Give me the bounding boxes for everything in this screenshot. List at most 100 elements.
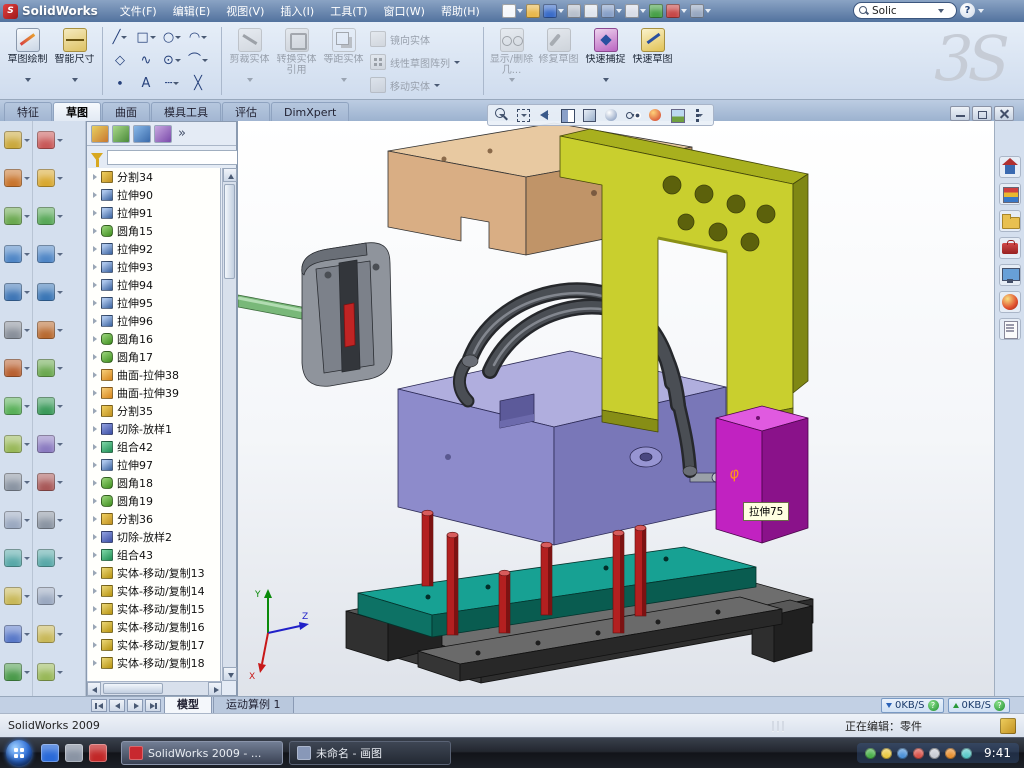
help-bubble-icon[interactable]	[928, 700, 939, 711]
rectangle-tool[interactable]: □	[133, 26, 159, 49]
tree-item[interactable]: 圆角15	[88, 222, 220, 240]
propertymanager-tab-icon[interactable]	[112, 125, 130, 143]
menu-file[interactable]: 文件(F)	[112, 0, 165, 22]
dropdown-arrow-icon[interactable]	[705, 9, 711, 13]
tray-download-icon[interactable]	[881, 748, 892, 759]
expand-arrow-icon[interactable]	[93, 498, 97, 504]
dropdown-arrow-icon[interactable]	[681, 9, 687, 13]
fillet-icon[interactable]	[0, 387, 32, 425]
restore-button[interactable]	[972, 106, 992, 121]
quick-launch-browser-icon[interactable]	[41, 744, 59, 762]
scroll-thumb[interactable]	[103, 683, 163, 694]
flyout-arrow-icon[interactable]	[24, 633, 30, 636]
new-document-icon[interactable]	[502, 4, 523, 18]
sketch-fillet-tool[interactable]: ⌒	[185, 49, 211, 72]
taskbar-solidworks-button[interactable]: SolidWorks 2009 - ...	[121, 741, 283, 765]
flyout-arrow-icon[interactable]	[24, 367, 30, 370]
expand-arrow-icon[interactable]	[93, 336, 97, 342]
flyout-arrow-icon[interactable]	[57, 253, 63, 256]
dropdown-arrow-icon[interactable]	[341, 78, 347, 82]
quick-launch-desktop-icon[interactable]	[65, 744, 83, 762]
first-tab-button[interactable]	[91, 699, 107, 712]
flyout-arrow-icon[interactable]	[24, 253, 30, 256]
construction-line-tool[interactable]: ╳	[185, 72, 211, 95]
tree-item[interactable]: 组合42	[88, 438, 220, 456]
tab-motion-study-1[interactable]: 运动算例 1	[213, 697, 294, 714]
tree-item[interactable]: 曲面-拉伸38	[88, 366, 220, 384]
dropdown-arrow-icon[interactable]	[543, 114, 549, 117]
select-icon[interactable]	[625, 4, 646, 18]
flyout-arrow-icon[interactable]	[57, 291, 63, 294]
scroll-left-icon[interactable]	[87, 682, 101, 696]
trim-entities-button[interactable]: 剪裁实体	[226, 25, 273, 97]
extruded-cut-icon[interactable]	[0, 273, 32, 311]
dropdown-arrow-icon[interactable]	[247, 78, 253, 82]
flyout-arrow-icon[interactable]	[57, 481, 63, 484]
dropdown-arrow-icon[interactable]	[640, 9, 646, 13]
expand-arrow-icon[interactable]	[93, 408, 97, 414]
flyout-arrow-icon[interactable]	[57, 671, 63, 674]
print-preview-icon[interactable]	[584, 4, 598, 18]
reference-geometry-icon[interactable]	[0, 615, 32, 653]
flyout-arrow-icon[interactable]	[24, 215, 30, 218]
flyout-arrow-icon[interactable]	[57, 329, 63, 332]
dropdown-arrow-icon[interactable]	[454, 61, 460, 64]
arc-flyout-icon[interactable]	[33, 311, 85, 349]
draft-icon[interactable]	[0, 539, 32, 577]
featuremanager-tab-icon[interactable]	[91, 125, 109, 143]
tree-item[interactable]: 拉伸94	[88, 276, 220, 294]
dropdown-arrow-icon[interactable]	[565, 114, 571, 117]
expand-arrow-icon[interactable]	[93, 516, 97, 522]
configurationmanager-tab-icon[interactable]	[133, 125, 151, 143]
flyout-arrow-icon[interactable]	[57, 519, 63, 522]
tree-item[interactable]: 实体-移动/复制17	[88, 636, 220, 654]
expand-arrow-icon[interactable]	[93, 246, 97, 252]
tray-network-icon[interactable]	[897, 748, 908, 759]
display-style-icon[interactable]	[601, 106, 622, 124]
file-explorer-icon[interactable]	[999, 210, 1021, 232]
chamfer-icon[interactable]	[0, 425, 32, 463]
extruded-boss-icon[interactable]	[0, 121, 32, 159]
tree-item[interactable]: 分割35	[88, 402, 220, 420]
polygon-flyout-icon[interactable]	[33, 349, 85, 387]
custom-properties-icon[interactable]	[999, 318, 1021, 340]
flyout-arrow-icon[interactable]	[24, 671, 30, 674]
part-side-block[interactable]: φ	[716, 406, 808, 543]
swept-boss-icon[interactable]	[0, 197, 32, 235]
tree-item[interactable]: 曲面-拉伸39	[88, 384, 220, 402]
polygon-tool[interactable]: ◇	[107, 49, 133, 72]
expand-arrow-icon[interactable]	[93, 480, 97, 486]
linear-pattern-icon[interactable]	[0, 463, 32, 501]
flyout-arrow-icon[interactable]	[57, 557, 63, 560]
centerline-tool[interactable]: ┄	[159, 72, 185, 95]
curves-icon[interactable]	[0, 653, 32, 691]
tray-volume-icon[interactable]	[929, 748, 940, 759]
section-view-icon[interactable]	[557, 106, 578, 124]
lofted-boss-icon[interactable]	[0, 235, 32, 273]
expand-arrow-icon[interactable]	[93, 228, 97, 234]
dropdown-arrow-icon[interactable]	[201, 36, 207, 39]
pattern-flyout-icon[interactable]	[33, 615, 85, 653]
expand-arrow-icon[interactable]	[93, 462, 97, 468]
flyout-arrow-icon[interactable]	[57, 443, 63, 446]
tray-ime-icon[interactable]	[945, 748, 956, 759]
flyout-arrow-icon[interactable]	[24, 405, 30, 408]
revolved-boss-icon[interactable]	[0, 159, 32, 197]
tree-item[interactable]: 圆角17	[88, 348, 220, 366]
spline-tool[interactable]: ∿	[133, 49, 159, 72]
speed-badge[interactable]: 0KB/S	[948, 698, 1011, 713]
mirror-flyout-icon[interactable]	[33, 577, 85, 615]
sketch-flyout-icon[interactable]	[33, 121, 85, 159]
flyout-arrow-icon[interactable]	[24, 557, 30, 560]
dropdown-arrow-icon[interactable]	[616, 9, 622, 13]
point-tool[interactable]: ∙	[107, 72, 133, 95]
tree-scrollbar-vertical[interactable]	[222, 168, 236, 681]
search-box[interactable]	[853, 2, 957, 19]
flyout-arrow-icon[interactable]	[57, 177, 63, 180]
text-tool[interactable]: A	[133, 72, 159, 95]
hide-show-items-icon[interactable]	[623, 106, 644, 124]
dropdown-arrow-icon[interactable]	[609, 114, 615, 117]
tab-sketch[interactable]: 草图	[53, 102, 101, 121]
dropdown-arrow-icon[interactable]	[499, 114, 505, 117]
dropdown-arrow-icon[interactable]	[150, 36, 156, 39]
